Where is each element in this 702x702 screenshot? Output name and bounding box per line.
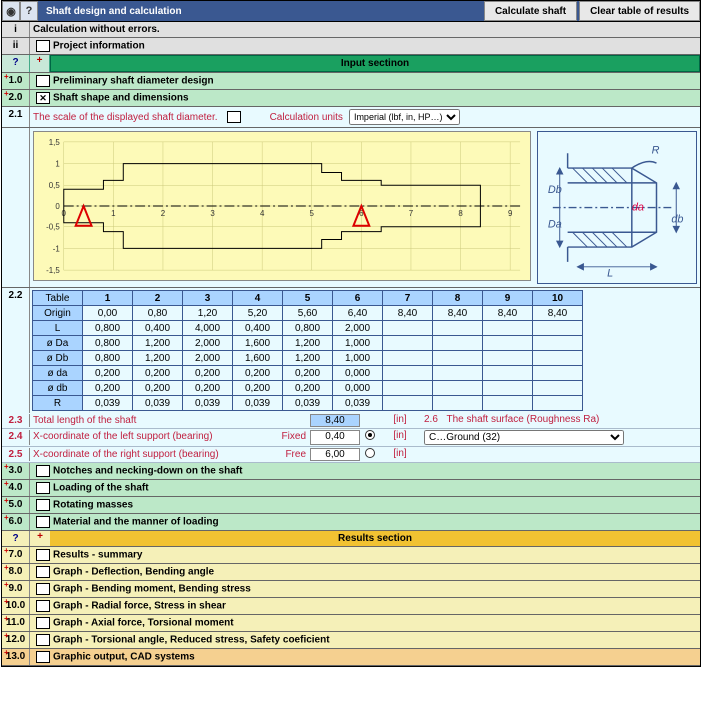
svg-text:5: 5 (310, 209, 315, 218)
svg-text:8: 8 (458, 209, 463, 218)
checkbox[interactable] (36, 634, 50, 646)
input-right-support[interactable]: 6,00 (310, 448, 360, 461)
svg-text:-1: -1 (53, 244, 61, 253)
row-notches[interactable]: +3.0Notches and necking-down on the shaf… (2, 463, 700, 480)
row-results-summary[interactable]: +7.0Results - summary (2, 547, 700, 564)
label: Shaft shape and dimensions (53, 93, 189, 104)
svg-text:9: 9 (508, 209, 513, 218)
row-graph-radial[interactable]: +10.0Graph - Radial force, Stress in she… (2, 598, 700, 615)
checkbox[interactable] (36, 92, 50, 104)
help-icon[interactable]: ? (2, 55, 30, 72)
input-left-support[interactable]: 0,40 (310, 430, 360, 445)
row-scale-units: 2.1 The scale of the displayed shaft dia… (2, 107, 700, 128)
row-shaft-shape[interactable]: +2.0 Shaft shape and dimensions (2, 90, 700, 107)
header-icons: ◉ ? (2, 1, 38, 21)
svg-text:3: 3 (210, 209, 215, 218)
svg-text:4: 4 (260, 209, 265, 218)
expand-icon[interactable]: + (30, 55, 50, 72)
svg-text:1: 1 (111, 209, 116, 218)
scale-label: The scale of the displayed shaft diamete… (33, 112, 218, 123)
help-icon[interactable]: ? (2, 531, 30, 546)
row-right-support: 2.5 X-coordinate of the right support (b… (2, 447, 700, 463)
checkbox[interactable] (36, 600, 50, 612)
row-calc-status: i Calculation without errors. (2, 22, 700, 38)
checkbox-scale[interactable] (227, 111, 241, 123)
radio-fixed[interactable] (365, 430, 375, 440)
status-text: Calculation without errors. (30, 22, 700, 37)
row-loading[interactable]: +4.0Loading of the shaft (2, 480, 700, 497)
checkbox[interactable] (36, 651, 50, 663)
svg-text:L: L (607, 268, 613, 280)
help-icon[interactable]: ? (20, 1, 38, 21)
row-rotating-masses[interactable]: +5.0Rotating masses (2, 497, 700, 514)
app-icon[interactable]: ◉ (2, 1, 20, 21)
diagram-area: 1,510,50-0,5-1-1,5 0123456789 (2, 128, 700, 288)
row-index: 2.2 (2, 288, 30, 413)
svg-text:-0,5: -0,5 (46, 223, 60, 232)
label: Project information (53, 41, 145, 52)
header-bar: ◉ ? Shaft design and calculation Calcula… (2, 1, 700, 22)
row-graph-axial[interactable]: +11.0Graph - Axial force, Torsional mome… (2, 615, 700, 632)
row-graph-torsion[interactable]: +12.0Graph - Torsional angle, Reduced st… (2, 632, 700, 649)
input-section-header: ? + Input sectinon (2, 55, 700, 73)
svg-text:db: db (671, 213, 683, 225)
row-index: 2.0 (9, 92, 23, 103)
svg-text:7: 7 (409, 209, 413, 218)
checkbox[interactable] (36, 482, 50, 494)
svg-text:1: 1 (55, 160, 60, 169)
row-graph-deflection[interactable]: +8.0Graph - Deflection, Bending angle (2, 564, 700, 581)
units-label: Calculation units (270, 112, 343, 123)
row-index: 2.1 (2, 107, 30, 127)
calculate-shaft-button[interactable]: Calculate shaft (484, 1, 577, 21)
row-index: ii (2, 38, 30, 54)
row-index: i (2, 22, 30, 37)
row-index: 1.0 (9, 75, 23, 86)
checkbox[interactable] (36, 617, 50, 629)
checkbox[interactable] (36, 516, 50, 528)
checkbox[interactable] (36, 75, 50, 87)
svg-text:2: 2 (161, 209, 165, 218)
row-prelim-design[interactable]: +1.0 Preliminary shaft diameter design (2, 73, 700, 90)
shaft-segments-table[interactable]: Table12345678910Origin0,000,801,205,205,… (32, 290, 583, 411)
shaft-schematic: R Db Da da db L (537, 131, 697, 284)
row-cad-output[interactable]: +13.0Graphic output, CAD systems (2, 649, 700, 666)
radio-free[interactable] (365, 448, 375, 458)
svg-text:0: 0 (55, 202, 60, 211)
row-left-support: 2.4 X-coordinate of the left support (be… (2, 429, 700, 447)
section-title: Input sectinon (50, 55, 700, 72)
checkbox[interactable] (36, 499, 50, 511)
row-material[interactable]: +6.0Material and the manner of loading (2, 514, 700, 531)
label: Preliminary shaft diameter design (53, 76, 214, 87)
units-select[interactable]: Imperial (lbf, in, HP…) (349, 109, 460, 125)
svg-text:R: R (652, 144, 660, 156)
svg-text:1,5: 1,5 (49, 138, 61, 147)
checkbox[interactable] (36, 566, 50, 578)
surface-label: The shaft surface (Roughness Ra) (447, 414, 600, 425)
section-title: Results section (50, 531, 700, 546)
row-project-info[interactable]: ii Project information (2, 38, 700, 55)
value-total-length: 8,40 (310, 414, 360, 427)
clear-results-button[interactable]: Clear table of results (579, 1, 700, 21)
checkbox-project-info[interactable] (36, 40, 50, 52)
app-title: Shaft design and calculation (38, 1, 482, 21)
checkbox[interactable] (36, 465, 50, 477)
surface-select[interactable]: C…Ground (32) (424, 430, 624, 445)
checkbox[interactable] (36, 583, 50, 595)
expand-icon[interactable]: + (30, 531, 50, 546)
checkbox[interactable] (36, 549, 50, 561)
shaft-plot: 1,510,50-0,5-1-1,5 0123456789 (33, 131, 531, 281)
svg-text:0,5: 0,5 (49, 181, 61, 190)
svg-text:da: da (632, 202, 644, 214)
svg-text:-1,5: -1,5 (46, 266, 60, 275)
shaft-table-area: 2.2 Table12345678910Origin0,000,801,205,… (2, 288, 700, 413)
results-section-header: ? + Results section (2, 531, 700, 547)
row-graph-bending[interactable]: +9.0Graph - Bending moment, Bending stre… (2, 581, 700, 598)
row-total-length: 2.3 Total length of the shaft 8,40 [in] … (2, 413, 700, 429)
